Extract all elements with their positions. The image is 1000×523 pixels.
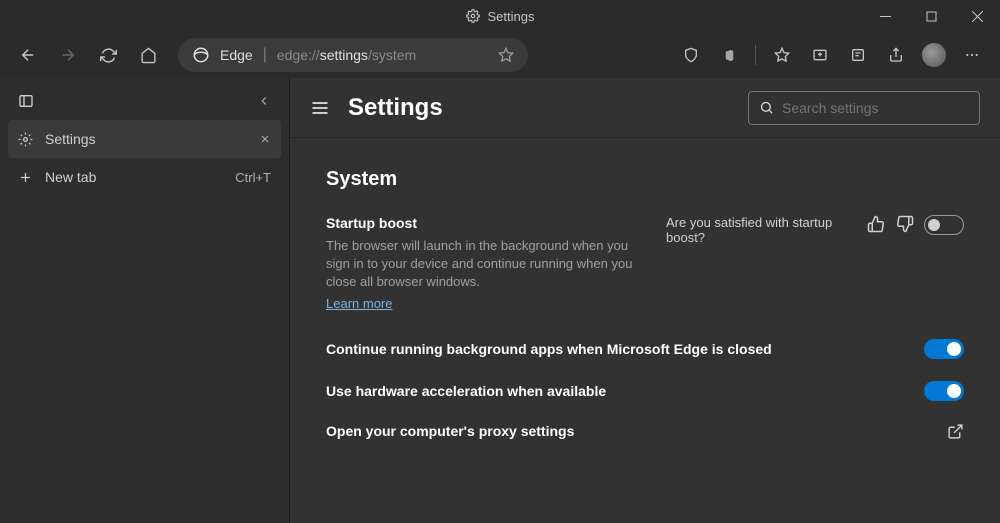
reading-list-icon[interactable] [840,37,876,73]
vertical-tabs-sidebar: Settings New tab Ctrl+T [0,78,290,523]
open-proxy-button[interactable] [947,423,964,440]
page-title: Settings [348,94,443,122]
toolbar-divider [755,45,756,65]
tab-label: Settings [45,131,96,147]
refresh-button[interactable] [90,37,126,73]
close-button[interactable] [954,0,1000,32]
settings-page: Settings System Startup boost The browse… [290,78,1000,523]
thumbs-down-button[interactable] [896,215,914,235]
background-apps-label: Continue running background apps when Mi… [326,341,772,357]
feedback-question: Are you satisfied with startup boost? [666,215,857,245]
share-icon[interactable] [878,37,914,73]
sidebar-header-row [8,82,281,120]
setting-background-apps: Continue running background apps when Mi… [326,339,964,359]
url-text: edge://settings/system [277,47,488,63]
edge-logo-icon [192,46,210,64]
more-button[interactable] [954,37,990,73]
background-apps-toggle[interactable] [924,339,964,359]
home-button[interactable] [130,37,166,73]
profile-avatar[interactable] [922,43,946,67]
hardware-accel-toggle[interactable] [924,381,964,401]
office-icon[interactable] [711,37,747,73]
startup-boost-toggle[interactable] [924,215,964,235]
startup-boost-desc: The browser will launch in the backgroun… [326,237,646,292]
titlebar: Settings [0,0,1000,32]
thumbs-up-button[interactable] [867,215,885,235]
maximize-button[interactable] [908,0,954,32]
learn-more-link[interactable]: Learn more [326,296,392,311]
setting-hardware-accel: Use hardware acceleration when available [326,381,964,401]
shield-icon[interactable] [673,37,709,73]
tab-settings[interactable]: Settings [8,120,281,158]
favorite-icon[interactable] [498,47,514,63]
menu-button[interactable] [310,98,330,118]
gear-icon [466,9,480,23]
plus-icon [18,170,33,185]
minimize-button[interactable] [862,0,908,32]
gear-icon [18,132,33,147]
search-input[interactable] [782,100,969,116]
setting-startup-boost: Startup boost The browser will launch in… [326,215,964,313]
panel-icon[interactable] [18,93,34,109]
favorites-icon[interactable] [764,37,800,73]
close-tab-button[interactable] [259,133,271,145]
window-title: Settings [488,9,535,24]
new-tab-label: New tab [45,169,96,185]
brand-label: Edge [220,47,253,63]
proxy-label: Open your computer's proxy settings [326,423,574,439]
hardware-accel-label: Use hardware acceleration when available [326,383,606,399]
startup-boost-label: Startup boost [326,215,646,231]
new-tab-shortcut: Ctrl+T [235,170,271,185]
back-button[interactable] [10,37,46,73]
new-tab-button[interactable]: New tab Ctrl+T [8,158,281,196]
forward-button[interactable] [50,37,86,73]
collapse-sidebar-button[interactable] [257,94,271,108]
section-title: System [326,168,964,191]
settings-search[interactable] [748,91,980,125]
address-separator: | [263,46,267,64]
address-bar[interactable]: Edge | edge://settings/system [178,38,528,72]
browser-toolbar: Edge | edge://settings/system [0,32,1000,78]
search-icon [759,100,774,115]
setting-proxy: Open your computer's proxy settings [326,423,964,440]
collections-icon[interactable] [802,37,838,73]
